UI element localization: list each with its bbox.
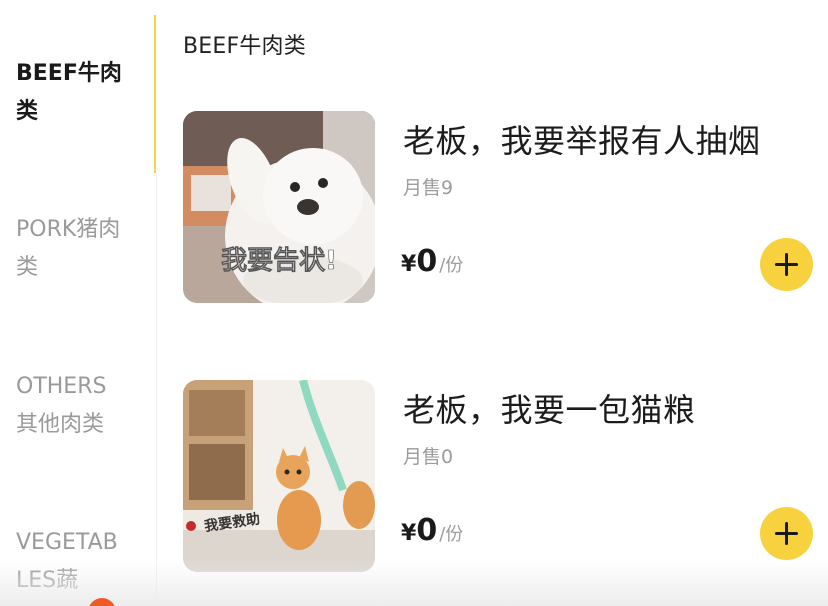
price-unit: /份 [439, 524, 464, 545]
monthly-sales: 月售0 [403, 446, 454, 468]
sidebar-item-pork[interactable]: PORK猪肉类 [16, 211, 126, 287]
product-name: 老板，我要一包猫粮 [403, 391, 696, 429]
price-value: 0 [416, 513, 438, 548]
monthly-sales: 月售9 [403, 177, 454, 199]
plus-icon [775, 522, 798, 545]
currency-symbol: ¥ [401, 252, 417, 277]
product-item[interactable]: 我要救助 老板，我要一包猫粮 月售0 ¥0/份 [183, 380, 813, 572]
price-unit: /份 [439, 255, 464, 276]
sidebar-item-beef[interactable]: BEEF牛肉类 [16, 55, 126, 131]
puppy-meme-image: 我要告状! [183, 111, 375, 303]
product-item[interactable]: 我要告状! 老板，我要举报有人抽烟 月售9 ¥0/份 [183, 111, 813, 303]
cat-meme-image: 我要救助 [183, 380, 375, 572]
product-name: 老板，我要举报有人抽烟 [403, 122, 761, 160]
sidebar-separator [156, 173, 157, 606]
plus-icon [775, 253, 798, 276]
section-title: BEEF牛肉类 [183, 34, 306, 59]
category-sidebar: BEEF牛肉类 PORK猪肉类 OTHERS其他肉类 VEGETABLES蔬 [0, 0, 157, 606]
currency-symbol: ¥ [401, 521, 417, 546]
price: ¥0/份 [401, 244, 463, 279]
bottom-bar-shadow [0, 560, 828, 606]
price-value: 0 [416, 244, 438, 279]
sidebar-item-others[interactable]: OTHERS其他肉类 [16, 368, 126, 444]
meme-caption: 我要告状! [221, 246, 337, 276]
price: ¥0/份 [401, 513, 463, 548]
active-category-indicator [154, 15, 156, 173]
add-to-cart-button[interactable] [760, 238, 813, 291]
add-to-cart-button[interactable] [760, 507, 813, 560]
